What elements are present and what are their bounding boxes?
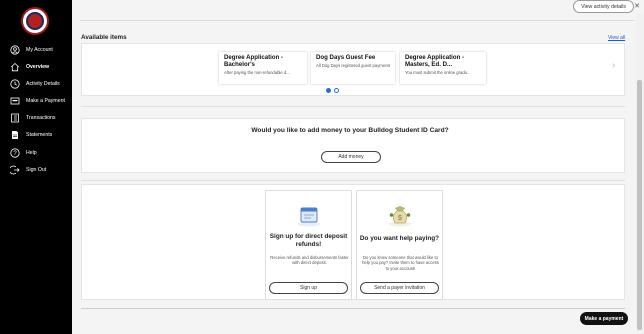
sidebar-item-label: Help [26,150,37,156]
app-root: My Account Overview Activity Details Mak… [0,0,644,334]
add-money-panel: Would you like to add money to your Bull… [81,118,625,173]
direct-deposit-icon [297,205,321,232]
item-description: All Dog Days registered guest payments a… [316,63,390,69]
sidebar-item-label: Sign Out [26,167,47,173]
item-description: After paying the non-refundable d... [224,69,290,75]
sidebar-item-activity-details[interactable]: Activity Details [0,76,72,92]
sidebar-item-label: My Account [26,47,53,53]
sidebar-item-my-account[interactable]: My Account [0,42,72,58]
sidebar-item-label: Activity Details [26,81,60,87]
divider [81,106,625,107]
carousel-dot[interactable] [334,88,339,93]
sidebar-item-statements[interactable]: Statements [0,127,72,143]
available-items-title: Available items [81,34,127,41]
view-all-link[interactable]: View all [608,35,625,41]
sidebar-item-make-a-payment[interactable]: Make a Payment [0,93,72,109]
make-a-payment-button[interactable]: Make a payment [580,312,628,325]
available-item-card[interactable]: Degree Application - Bachelor's After pa… [219,52,307,84]
sidebar-item-transactions[interactable]: Transactions [0,110,72,126]
close-icon[interactable]: ✕ [631,0,643,12]
sidebar: My Account Overview Activity Details Mak… [0,0,72,334]
document-icon [9,130,20,141]
available-item-card[interactable]: Degree Application - Masters, Ed. D... Y… [400,52,486,84]
svg-text:?: ? [13,151,17,157]
item-title: Dog Days Guest Fee [316,54,376,61]
item-title: Degree Application - Bachelor's [224,54,284,68]
university-logo[interactable] [21,7,49,35]
item-title: Degree Application - Masters, Ed. D... [405,54,465,68]
sidebar-item-label: Statements [26,132,53,138]
chevron-right-icon[interactable]: › [612,60,615,71]
sidebar-item-label: Transactions [26,115,56,121]
promo-title: Do you want help paying? [359,235,440,242]
promotions-panel: Sign up for direct deposit refunds! Rece… [81,184,625,300]
svg-text:$: $ [398,215,402,222]
carousel-pagination [326,88,339,93]
sidebar-item-help[interactable]: ? Help [0,145,72,161]
scrollbar-thumb[interactable] [637,80,642,330]
divider [81,308,625,309]
send-payer-invitation-button[interactable]: Send a payer invitation [360,282,439,294]
home-icon [9,62,20,73]
available-items-carousel: Degree Application - Bachelor's After pa… [81,43,625,96]
carousel-dot-active[interactable] [326,88,331,93]
payment-icon [9,96,20,107]
promo-title: Sign up for direct deposit refunds! [269,233,348,248]
divider [80,20,634,21]
help-icon: ? [9,148,20,159]
sidebar-item-overview[interactable]: Overview [0,59,72,75]
payer-invitation-card: $ Do you want help paying? Do you know s… [356,190,443,300]
add-money-button[interactable]: Add money [321,151,381,163]
transactions-icon [9,113,20,124]
sidebar-item-label: Make a Payment [26,98,65,104]
promo-description: Receive refunds and disbursements faster… [270,255,349,266]
user-circle-icon [9,45,20,56]
sidebar-item-sign-out[interactable]: Sign Out [0,162,72,178]
divider [81,180,625,181]
sign-out-icon [9,165,20,176]
add-money-question: Would you like to add money to your Bull… [251,127,449,134]
sign-up-button[interactable]: Sign up [269,282,348,294]
item-description: You must submit the online gradu... [405,69,471,75]
money-bag-icon: $ [388,203,412,232]
available-item-card[interactable]: Dog Days Guest Fee All Dog Days register… [311,52,395,84]
main-content: View activity details Available items Vi… [72,0,636,334]
sidebar-item-label: Overview [26,64,50,70]
view-activity-details-button[interactable]: View activity details [573,0,634,13]
clock-icon [9,79,20,90]
promo-description: Do you know someone that would like to h… [362,255,439,271]
direct-deposit-card: Sign up for direct deposit refunds! Rece… [265,190,352,300]
